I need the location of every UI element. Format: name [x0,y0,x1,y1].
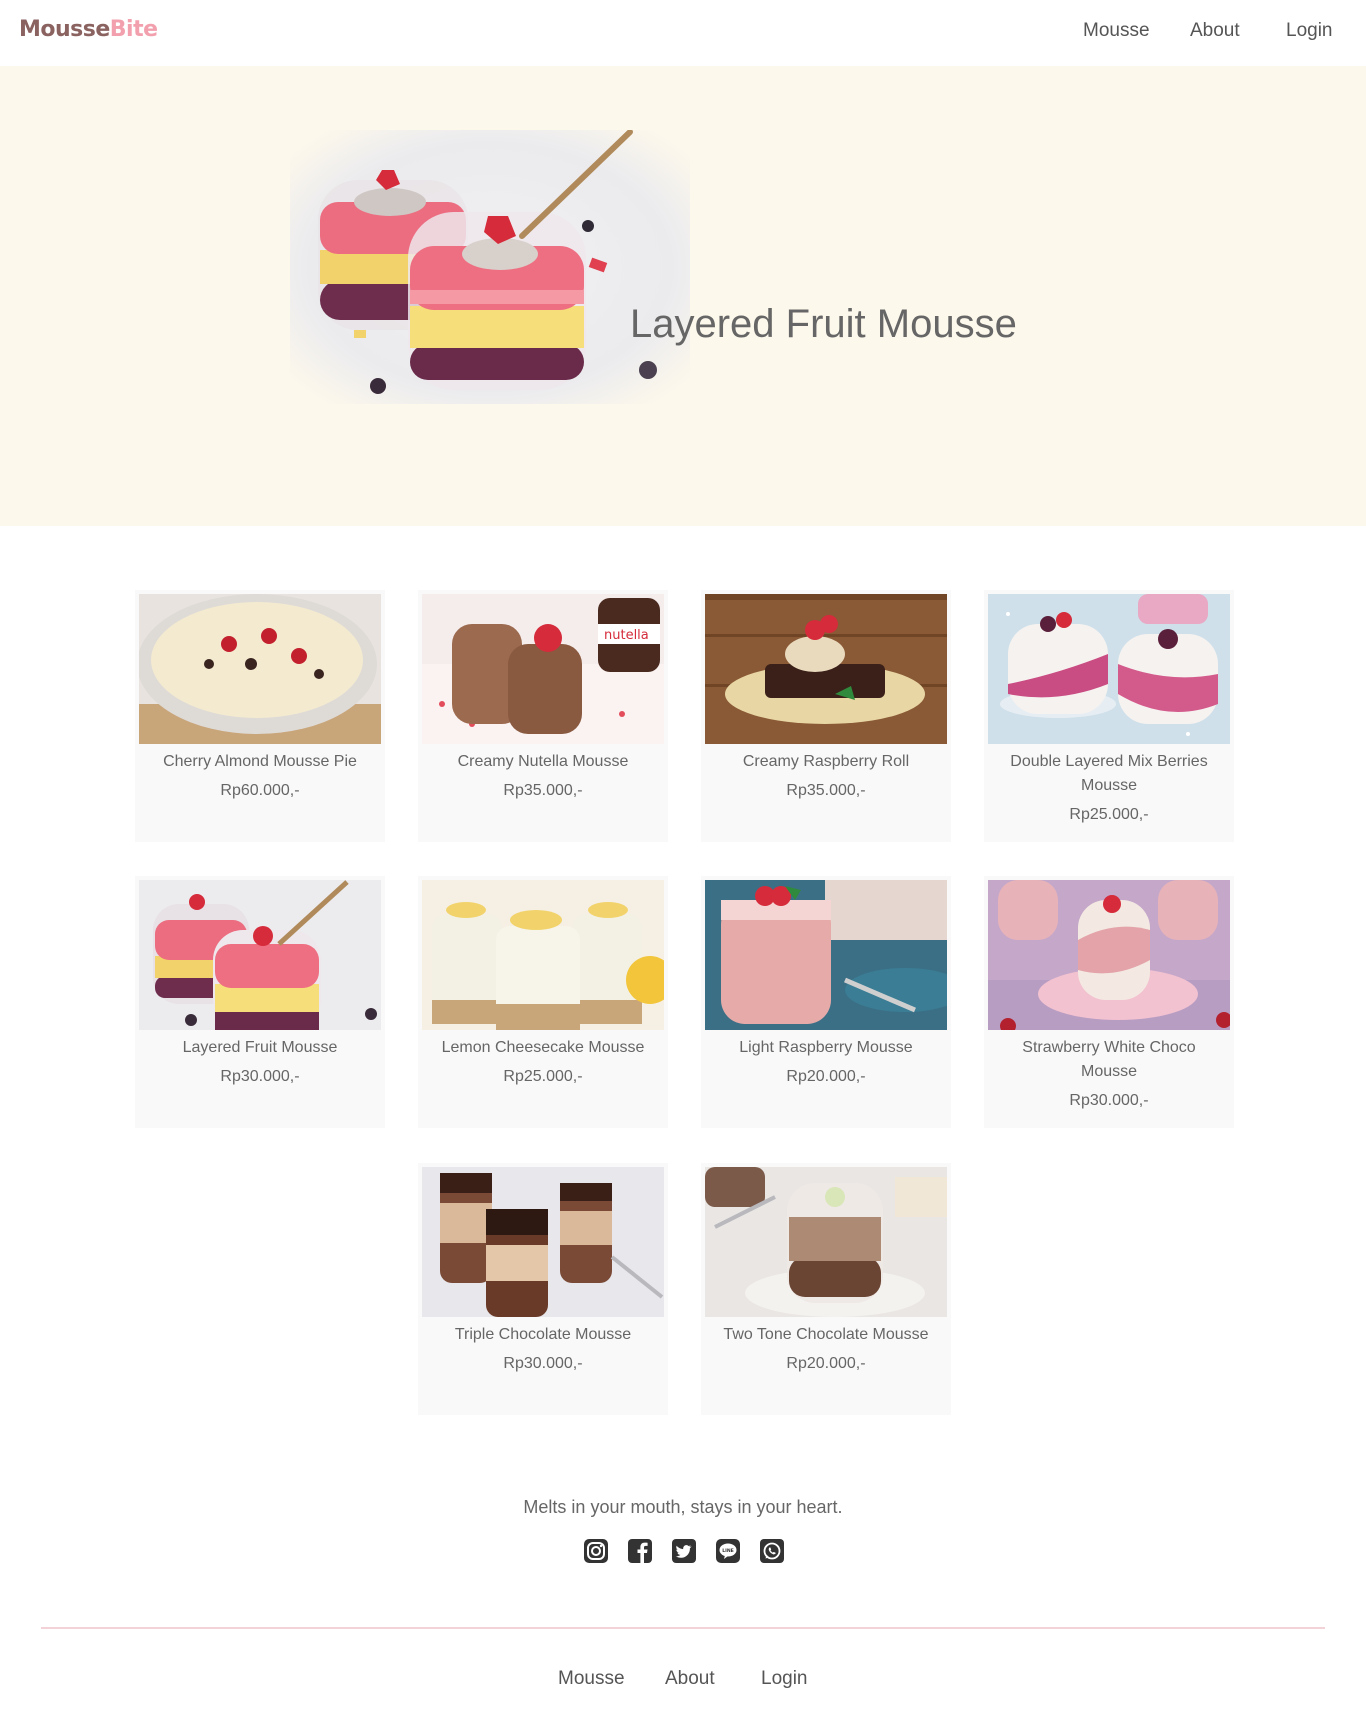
product-price: Rp35.000,- [503,782,583,799]
product-card[interactable]: Light Raspberry Mousse Rp20.000,- [701,876,951,1128]
social-links: LINE [583,1538,793,1568]
product-image [988,594,1230,744]
product-price: Rp25.000,- [1069,806,1149,823]
product-image [705,594,947,744]
twitter-icon[interactable] [671,1538,697,1564]
footer-tagline: Melts in your mouth, stays in your heart… [523,1497,843,1517]
nav-mousse-link[interactable]: Mousse [1083,20,1150,42]
line-icon[interactable]: LINE [715,1538,741,1564]
site-header: MousseBite Mousse About Login [0,0,1366,66]
product-name: Creamy Nutella Mousse [457,753,629,770]
product-card[interactable]: Layered Fruit Mousse Rp30.000,- [135,876,385,1128]
nav-about-link[interactable]: About [1190,20,1240,42]
product-image: nutella [422,594,664,744]
product-image [988,880,1230,1030]
svg-text:LINE: LINE [722,1548,734,1554]
product-card[interactable]: Creamy Raspberry Roll Rp35.000,- [701,590,951,842]
hero-banner: Layered Fruit Mousse [0,66,1366,526]
product-price: Rp25.000,- [503,1068,583,1085]
product-image [422,880,664,1030]
product-name: Light Raspberry Mousse [739,1039,913,1056]
footer-divider [41,1627,1325,1629]
product-price: Rp30.000,- [220,1068,300,1085]
footer-nav-about-link[interactable]: About [665,1668,715,1690]
instagram-icon[interactable] [583,1538,609,1564]
product-name: Strawberry White Choco Mousse [1022,1039,1196,1080]
product-image [139,880,381,1030]
hero-image [290,130,690,404]
product-name: Triple Chocolate Mousse [454,1326,632,1343]
product-card[interactable]: nutella Creamy Nutella Mousse Rp35.000,- [418,590,668,842]
product-price: Rp35.000,- [786,782,866,799]
logo-text-mousse: Mousse [19,17,110,42]
product-name: Double Layered Mix Berries Mousse [1010,753,1208,794]
hero-title: Layered Fruit Mousse [630,302,1017,346]
product-price: Rp20.000,- [786,1355,866,1372]
product-image [422,1167,664,1317]
nav-login-link[interactable]: Login [1286,20,1333,42]
product-name: Cherry Almond Mousse Pie [163,753,357,770]
product-name: Creamy Raspberry Roll [742,753,910,770]
logo[interactable]: MousseBite [19,17,158,42]
facebook-icon[interactable] [627,1538,653,1564]
product-card[interactable]: Lemon Cheesecake Mousse Rp25.000,- [418,876,668,1128]
product-name: Layered Fruit Mousse [182,1039,338,1056]
product-name: Two Tone Chocolate Mousse [723,1326,929,1343]
product-name: Lemon Cheesecake Mousse [441,1039,645,1056]
product-card[interactable]: Triple Chocolate Mousse Rp30.000,- [418,1163,668,1415]
product-image [705,1167,947,1317]
product-card[interactable]: Strawberry White Choco Mousse Rp30.000,- [984,876,1234,1128]
product-card[interactable]: Two Tone Chocolate Mousse Rp20.000,- [701,1163,951,1415]
product-image [139,594,381,744]
footer-nav-login-link[interactable]: Login [761,1668,808,1690]
product-card[interactable]: Double Layered Mix Berries Mousse Rp25.0… [984,590,1234,842]
svg-text:nutella: nutella [604,628,649,643]
product-card[interactable]: Cherry Almond Mousse Pie Rp60.000,- [135,590,385,842]
product-price: Rp60.000,- [220,782,300,799]
product-price: Rp20.000,- [786,1068,866,1085]
whatsapp-icon[interactable] [759,1538,785,1564]
product-price: Rp30.000,- [1069,1092,1149,1109]
logo-text-bite: Bite [109,17,158,42]
product-image [705,880,947,1030]
footer-nav-mousse-link[interactable]: Mousse [558,1668,625,1690]
product-price: Rp30.000,- [503,1355,583,1372]
